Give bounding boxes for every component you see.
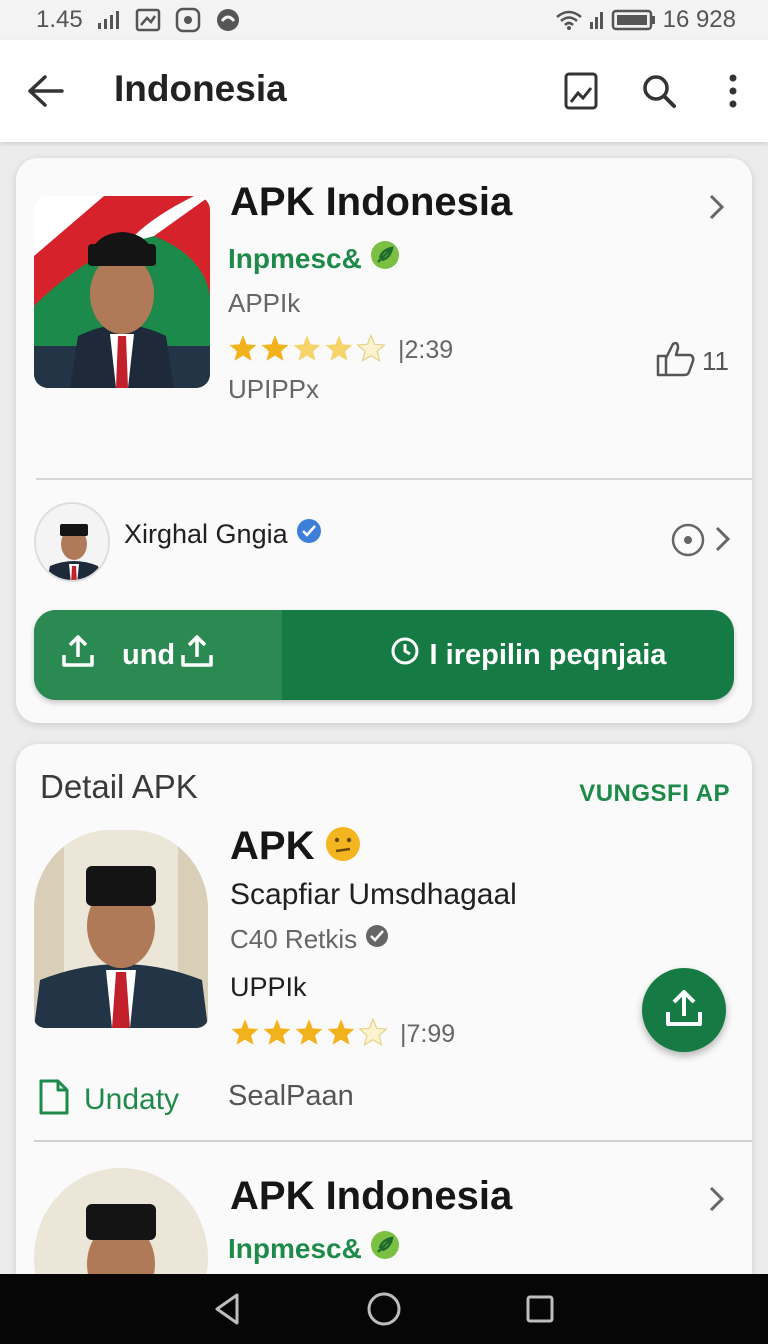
secondary-link[interactable]: SealPaan	[228, 1080, 354, 1113]
divider	[34, 1140, 752, 1142]
app-title[interactable]: APK Indonesia	[230, 1174, 512, 1219]
emoji-face-icon	[324, 825, 362, 868]
star-icon	[292, 334, 322, 367]
share-fab-button[interactable]	[642, 968, 726, 1052]
share-button-label: und	[122, 638, 176, 671]
section-link[interactable]: VUNGSFI AP	[579, 780, 730, 808]
app-title[interactable]: APK Indonesia	[230, 180, 512, 225]
status-right-text: 16 928	[662, 6, 736, 33]
gallery-icon[interactable]	[558, 68, 604, 114]
upload-icon	[179, 633, 215, 677]
app-meta: APPIk	[228, 288, 301, 318]
verified-badge-icon	[296, 518, 322, 551]
upload-icon	[60, 633, 96, 677]
more-options-icon[interactable]	[710, 68, 756, 114]
app-subtitle: Inpmesc&	[228, 1230, 400, 1267]
star-outline-icon	[356, 333, 386, 367]
nav-recents-icon[interactable]	[520, 1289, 560, 1329]
info-circle-icon[interactable]	[670, 522, 706, 563]
star-icon	[326, 1018, 356, 1051]
detail-subtitle: Scapfiar Umsdhagaal	[230, 878, 517, 911]
detail-meta: C40 Retkis	[230, 924, 389, 955]
chevron-right-icon[interactable]	[702, 1184, 732, 1214]
battery-icon	[611, 9, 657, 31]
nav-home-icon[interactable]	[364, 1289, 404, 1329]
nav-back-icon[interactable]	[208, 1289, 248, 1329]
developer-name: Xirghal Gngia	[124, 519, 288, 549]
system-nav-bar	[0, 1274, 768, 1344]
app-bar: Indonesia	[0, 40, 768, 142]
rating-value: |7:99	[400, 1020, 456, 1048]
star-icon	[228, 334, 258, 367]
update-link-label: Undaty	[84, 1082, 180, 1116]
image-notification-icon	[135, 8, 161, 32]
chat-notification-icon	[215, 7, 241, 33]
detail-title-row: APK	[230, 824, 362, 869]
signal-icon	[97, 10, 121, 30]
developer-row[interactable]: Xirghal Gngia	[124, 518, 322, 551]
app-subtitle-text: Inpmesc&	[228, 242, 362, 274]
thumbs-up-icon	[654, 338, 696, 385]
developer-avatar[interactable]	[34, 502, 110, 582]
document-icon	[38, 1078, 70, 1121]
app-card-primary[interactable]: APK APK Indonesia Inpmesc& APPIk |2:39 U…	[16, 158, 752, 723]
star-icon	[260, 334, 290, 367]
detail-title: APK	[230, 824, 315, 868]
divider	[36, 478, 752, 480]
verified-leaf-icon	[370, 1230, 400, 1267]
detail-extra: UPPIk	[230, 972, 307, 1002]
app-image	[34, 830, 208, 1028]
back-arrow-icon[interactable]	[22, 68, 68, 114]
star-icon	[262, 1018, 292, 1051]
star-rating: |7:99	[230, 1017, 456, 1051]
verified-leaf-icon	[370, 240, 400, 277]
upload-icon	[662, 986, 706, 1035]
verified-badge-icon	[365, 924, 389, 955]
detail-meta-text: C40 Retkis	[230, 924, 358, 954]
status-time: 1.45	[36, 6, 83, 33]
chevron-right-icon[interactable]	[708, 524, 738, 554]
like-count: 11	[702, 346, 729, 376]
search-icon[interactable]	[636, 68, 682, 114]
section-title: Detail APK	[40, 768, 198, 805]
star-icon	[294, 1018, 324, 1051]
detail-card: Detail APK VUNGSFI AP APK Scapfiar Umsdh…	[16, 744, 752, 1304]
primary-action-label: I irepilin peqnjaia	[429, 638, 667, 671]
share-button[interactable]: und	[34, 610, 282, 700]
update-link[interactable]: Undaty	[38, 1078, 179, 1121]
page-title: Indonesia	[114, 68, 287, 109]
star-icon	[230, 1018, 260, 1051]
star-outline-icon	[358, 1017, 388, 1051]
wifi-icon	[555, 9, 583, 31]
primary-action-button[interactable]: I irepilin peqnjaia	[282, 610, 734, 700]
rating-value: |2:39	[398, 336, 454, 364]
app-extra-label: UPIPPx	[228, 374, 320, 404]
like-button[interactable]: 11	[654, 338, 729, 385]
chevron-right-icon[interactable]	[702, 192, 732, 222]
app-subtitle: Inpmesc&	[228, 240, 400, 277]
cell-signal-icon	[589, 10, 605, 30]
app-subtitle-text: Inpmesc&	[228, 1232, 362, 1264]
action-button-group: und I irepilin peqnjaia	[34, 610, 734, 700]
clock-icon	[390, 636, 420, 674]
app-notification-icon	[175, 7, 201, 33]
status-bar: 1.45 16 928	[0, 0, 768, 40]
star-icon	[324, 334, 354, 367]
star-rating: |2:39	[228, 333, 454, 367]
